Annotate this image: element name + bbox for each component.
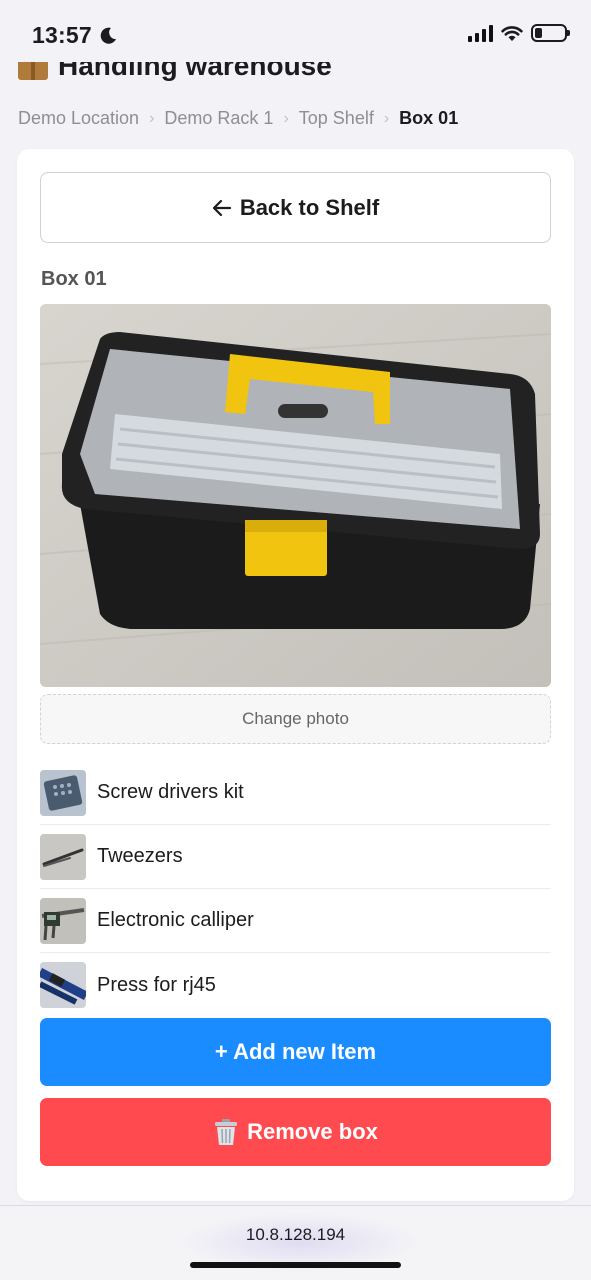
trash-icon bbox=[215, 1119, 238, 1145]
screwdriver-kit-thumb bbox=[40, 769, 86, 816]
box-name: Box 01 bbox=[41, 268, 107, 290]
chevron-right-icon: › bbox=[283, 109, 289, 127]
list-item[interactable]: Electronic calliper bbox=[40, 889, 551, 953]
battery-icon bbox=[531, 24, 570, 42]
status-time-group: 13:57 bbox=[32, 22, 118, 49]
item-label: Electronic calliper bbox=[97, 909, 254, 931]
list-item[interactable]: Tweezers bbox=[40, 825, 551, 889]
back-to-shelf-label: Back to Shelf bbox=[239, 194, 380, 220]
chevron-right-icon: › bbox=[149, 109, 155, 127]
add-item-label: + Add new Item bbox=[214, 1039, 377, 1064]
rj45-press-thumb bbox=[40, 962, 86, 1008]
breadcrumb-rack[interactable]: Demo Rack 1 bbox=[164, 108, 273, 129]
item-label: Screw drivers kit bbox=[97, 781, 244, 803]
box-card: Back to Shelf Box 01 Change photo Screw … bbox=[17, 149, 574, 1201]
wifi-icon bbox=[501, 25, 523, 41]
tweezers-thumb bbox=[40, 833, 86, 880]
signal-icon bbox=[468, 24, 493, 42]
chevron-right-icon: › bbox=[383, 109, 390, 127]
remove-box-button[interactable]: Remove box bbox=[40, 1098, 551, 1166]
back-to-shelf-button[interactable]: Back to Shelf bbox=[40, 172, 551, 243]
breadcrumb: Demo Location › Demo Rack 1 › Top Shelf … bbox=[18, 108, 458, 129]
breadcrumb-shelf[interactable]: Top Shelf bbox=[299, 108, 374, 129]
list-item[interactable]: Screw drivers kit bbox=[40, 761, 551, 825]
moon-icon bbox=[100, 27, 116, 44]
home-indicator[interactable] bbox=[190, 1262, 401, 1268]
arrow-left-icon bbox=[212, 199, 231, 216]
url-text: 10.8.128.194 bbox=[245, 1225, 346, 1244]
item-list: Screw drivers kit Tweezers Electronic ca… bbox=[40, 761, 551, 1017]
calliper-thumb bbox=[40, 897, 86, 944]
item-label: Tweezers bbox=[97, 845, 183, 867]
change-photo-button[interactable]: Change photo bbox=[40, 694, 551, 744]
toolbox-image bbox=[40, 304, 551, 687]
add-item-button[interactable]: + Add new Item bbox=[40, 1018, 551, 1086]
breadcrumb-current: Box 01 bbox=[399, 108, 459, 128]
status-time: 13:57 bbox=[32, 22, 92, 48]
remove-box-label: Remove box bbox=[247, 1119, 378, 1144]
breadcrumb-location[interactable]: Demo Location bbox=[18, 108, 139, 129]
item-label: Press for rj45 bbox=[97, 973, 216, 996]
browser-url-bar[interactable]: 10.8.128.194 bbox=[0, 1205, 591, 1280]
change-photo-label: Change photo bbox=[242, 709, 349, 728]
box-photo bbox=[40, 304, 551, 687]
list-item[interactable]: Press for rj45 bbox=[40, 953, 551, 1017]
status-bar: 13:57 bbox=[0, 0, 591, 62]
